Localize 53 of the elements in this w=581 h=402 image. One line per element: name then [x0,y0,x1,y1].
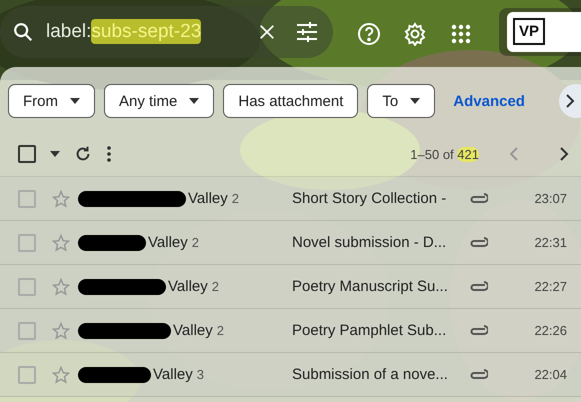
next-page-icon[interactable] [559,147,569,161]
thread-count: 2 [216,323,224,338]
account-avatar[interactable]: VP [513,18,546,45]
email-time: 22:26 [534,323,567,338]
row-checkbox[interactable] [18,190,36,208]
email-row[interactable]: Valley 2 Poetry Pamphlet Sub... 22:26 [0,309,581,353]
more-options-icon[interactable] [106,145,112,163]
thread-count: 2 [232,191,239,206]
row-checkbox[interactable] [18,234,36,252]
email-time: 23:07 [534,191,567,206]
star-icon[interactable] [52,234,70,252]
sender-name: Valley [153,366,193,383]
email-row[interactable]: Valley 2 Novel submission - D... 22:31 [0,221,581,265]
email-row[interactable]: Valley 2 Short Story Collection - 23:07 [0,177,581,221]
email-subject: Poetry Pamphlet Sub... [292,322,448,339]
search-query: label:subs-sept-23 [46,20,202,42]
row-checkbox[interactable] [18,278,36,296]
email-subject: Poetry Manuscript Su... [292,278,449,295]
email-time: 22:31 [534,235,567,250]
sender-name: Valley [188,190,228,207]
email-subject: Short Story Collection - [292,190,448,207]
sender-name: Valley [148,234,188,251]
star-icon[interactable] [52,322,70,340]
thread-count: 2 [192,235,199,250]
caret-icon[interactable] [50,151,60,157]
email-row[interactable]: Valley 2 Poetry Manuscript Su... 22:27 [0,265,581,309]
email-subject: Submission of a nove... [292,366,449,383]
row-checkbox[interactable] [18,322,36,340]
star-icon[interactable] [52,278,70,296]
advanced-search-link[interactable]: Advanced [453,92,525,110]
filter-chip[interactable]: Any time [104,84,214,118]
star-icon[interactable] [52,366,70,384]
email-time: 22:04 [534,367,567,382]
row-checkbox[interactable] [18,366,36,384]
thread-count: 3 [196,367,204,382]
chevron-right-icon [565,94,575,108]
star-icon[interactable] [52,190,70,208]
filter-chip[interactable]: Has attachment [223,84,358,118]
caret-icon [189,98,200,104]
filter-chip[interactable]: From [8,84,95,118]
email-row[interactable]: Valley 3 Submission of a nove... 22:04 [0,353,581,397]
email-subject: Novel submission - D... [292,234,448,251]
caret-icon [410,98,420,104]
search-icon [12,20,34,42]
sender-name: Valley [168,278,208,295]
page-range: 1–50 of 421 [410,146,479,162]
filter-chip[interactable]: To [367,84,436,118]
email-time: 22:27 [534,279,567,294]
caret-icon [70,98,80,104]
sender-name: Valley [173,322,213,339]
select-all-checkbox[interactable] [18,145,36,163]
refresh-icon[interactable] [74,145,92,163]
thread-count: 2 [212,279,219,294]
